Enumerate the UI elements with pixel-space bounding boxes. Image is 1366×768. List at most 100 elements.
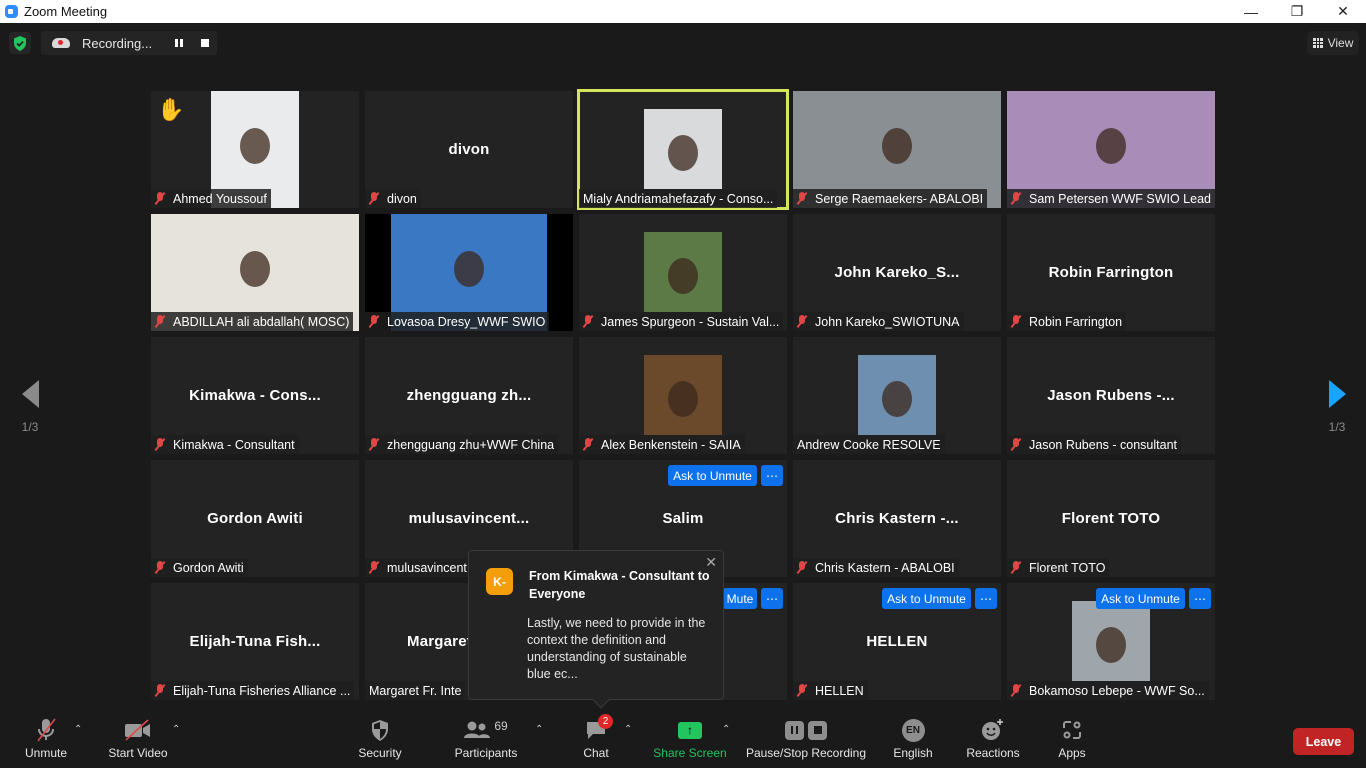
participant-silhouette [882, 380, 912, 417]
encryption-shield-icon[interactable] [9, 32, 31, 54]
participant-tile[interactable]: Lovasoa Dresy_WWF SWIO [365, 214, 573, 331]
microphone-muted-icon [797, 192, 807, 205]
security-button[interactable]: Security [355, 718, 405, 760]
share-options-caret[interactable]: ⌃ [722, 724, 730, 735]
view-button[interactable]: View [1307, 31, 1359, 55]
participant-name-label: Sam Petersen WWF SWIO Lead [1007, 189, 1215, 208]
participant-tile[interactable]: zhengguang zh... zhengguang zhu+WWF China [365, 337, 573, 454]
participant-name: Chris Kastern - ABALOBI [815, 560, 955, 575]
participant-name-label: James Spurgeon - Sustain Val... [579, 312, 784, 331]
chat-sender: From Kimakwa - Consultant to Everyone [529, 569, 710, 601]
cloud-recording-icon [52, 38, 70, 48]
participant-name-label: Ahmed Youssouf [151, 189, 271, 208]
ask-to-unmute-button[interactable]: Ask to Unmute [668, 465, 757, 486]
maximize-button[interactable]: ❐ [1274, 0, 1320, 23]
participant-tile[interactable]: Florent TOTO Florent TOTO [1007, 460, 1215, 577]
participant-name: Ahmed Youssouf [173, 191, 267, 206]
window-title: Zoom Meeting [24, 4, 108, 19]
pause-icon [175, 39, 183, 47]
participant-tile[interactable]: ✋ Ahmed Youssouf [151, 91, 359, 208]
start-video-label: Start Video [108, 746, 168, 760]
chat-message: Lastly, we need to provide in the contex… [527, 616, 706, 681]
participant-tile[interactable]: Chris Kastern -... Chris Kastern - ABALOB… [793, 460, 1001, 577]
mute-participant-button[interactable]: Mute [723, 588, 757, 609]
participant-tile[interactable]: Kimakwa - Cons... Kimakwa - Consultant [151, 337, 359, 454]
participant-name: Robin Farrington [1029, 314, 1123, 329]
more-options-button[interactable]: ⋯ [1189, 588, 1211, 609]
minimize-button[interactable]: — [1228, 0, 1274, 23]
participant-display-name: Chris Kastern -... [835, 510, 959, 527]
participant-tile[interactable]: Mialy Andriamahefazafy - Conso... [577, 89, 789, 210]
apps-icon [1056, 718, 1088, 742]
chat-notification-popup[interactable]: K- From Kimakwa - Consultant to Everyone… [468, 550, 724, 709]
apps-label: Apps [1058, 746, 1086, 760]
participant-name: Sam Petersen WWF SWIO Lead [1029, 191, 1211, 206]
reactions-label: Reactions [966, 746, 1020, 760]
recording-status: Recording... [82, 35, 153, 51]
participant-name: Margaret Fr. Inte [369, 683, 462, 698]
chat-options-caret[interactable]: ⌃ [624, 724, 632, 735]
share-screen-label: Share Screen [653, 746, 727, 760]
participant-tile[interactable]: Elijah-Tuna Fish... Elijah-Tuna Fisheries… [151, 583, 359, 700]
chat-button[interactable]: 2 Chat [578, 714, 614, 760]
security-shield-icon [355, 718, 405, 742]
arrow-right-icon [1328, 380, 1346, 408]
participant-name: Serge Raemaekers- ABALOBI [815, 191, 984, 206]
close-icon[interactable]: ✕ [705, 554, 717, 571]
participant-tile[interactable]: Serge Raemaekers- ABALOBI [793, 91, 1001, 208]
participant-tile[interactable]: Bokamoso Lebepe - WWF So... Ask to Unmute… [1007, 583, 1215, 700]
more-options-button[interactable]: ⋯ [975, 588, 997, 609]
participant-tile[interactable]: Alex Benkenstein - SAIIA [579, 337, 787, 454]
participant-display-name: Kimakwa - Cons... [189, 387, 321, 404]
participant-tile[interactable]: HELLEN HELLEN Ask to Unmute ⋯ [793, 583, 1001, 700]
unmute-button[interactable]: Unmute [22, 718, 70, 760]
participant-display-name: Florent TOTO [1061, 510, 1161, 527]
participant-name-label: Andrew Cooke RESOLVE [793, 435, 945, 454]
window-titlebar: Zoom Meeting — ❐ ✕ [0, 0, 1366, 23]
microphone-muted-icon [797, 684, 807, 697]
participants-button[interactable]: 69 Participants [453, 718, 519, 760]
participant-silhouette [882, 128, 912, 165]
participant-tile[interactable]: Andrew Cooke RESOLVE [793, 337, 1001, 454]
participant-name-label: Florent TOTO [1007, 558, 1110, 577]
pause-stop-recording-button[interactable]: Pause/Stop Recording [745, 718, 867, 760]
ask-to-unmute-button[interactable]: Ask to Unmute [882, 588, 971, 609]
apps-button[interactable]: Apps [1056, 718, 1088, 760]
more-options-button[interactable]: ⋯ [761, 465, 783, 486]
participant-tile[interactable]: James Spurgeon - Sustain Val... [579, 214, 787, 331]
microphone-muted-icon [369, 192, 379, 205]
participant-name-label: Gordon Awiti [151, 558, 248, 577]
share-screen-button[interactable]: ↑ Share Screen [652, 718, 728, 760]
participant-display-name: Salim [662, 510, 704, 527]
participant-tile[interactable]: Robin Farrington Robin Farrington [1007, 214, 1215, 331]
participant-name: Mialy Andriamahefazafy - Conso... [583, 191, 774, 206]
participants-options-caret[interactable]: ⌃ [535, 724, 543, 735]
participant-display-name: Gordon Awiti [207, 510, 303, 527]
participant-tile[interactable]: John Kareko_S... John Kareko_SWIOTUNA [793, 214, 1001, 331]
language-globe-icon: EN [901, 718, 925, 742]
video-options-caret[interactable]: ⌃ [172, 724, 180, 735]
participant-name-label: Chris Kastern - ABALOBI [793, 558, 959, 577]
next-page-button[interactable]: 1/3 [1322, 380, 1352, 440]
language-interpretation-button[interactable]: EN English [890, 718, 936, 760]
participant-name-label: Margaret Fr. Inte [365, 681, 466, 700]
recording-indicator: Recording... [41, 31, 217, 55]
ask-to-unmute-button[interactable]: Ask to Unmute [1096, 588, 1185, 609]
previous-page-button[interactable]: 1/3 [15, 380, 45, 440]
participant-tile[interactable]: ABDILLAH ali abdallah( MOSC) [151, 214, 359, 331]
audio-options-caret[interactable]: ⌃ [74, 724, 82, 735]
participant-tile[interactable]: Gordon Awiti Gordon Awiti [151, 460, 359, 577]
start-video-button[interactable]: Start Video [106, 718, 170, 760]
participant-tile[interactable]: Jason Rubens -... Jason Rubens - consulta… [1007, 337, 1215, 454]
meeting-toolbar: Unmute ⌃ Start Video ⌃ Security 69 Parti… [0, 710, 1366, 768]
participant-tile[interactable]: Sam Petersen WWF SWIO Lead [1007, 91, 1215, 208]
close-button[interactable]: ✕ [1320, 0, 1366, 23]
participant-tile[interactable]: divon divon [365, 91, 573, 208]
microphone-muted-icon [1011, 315, 1021, 328]
pause-recording-button[interactable] [166, 31, 192, 55]
more-options-button[interactable]: ⋯ [761, 588, 783, 609]
leave-button[interactable]: Leave [1293, 728, 1354, 755]
participant-name-label: zhengguang zhu+WWF China [365, 435, 559, 454]
reactions-button[interactable]: Reactions [965, 718, 1021, 760]
stop-recording-button[interactable] [192, 31, 218, 55]
